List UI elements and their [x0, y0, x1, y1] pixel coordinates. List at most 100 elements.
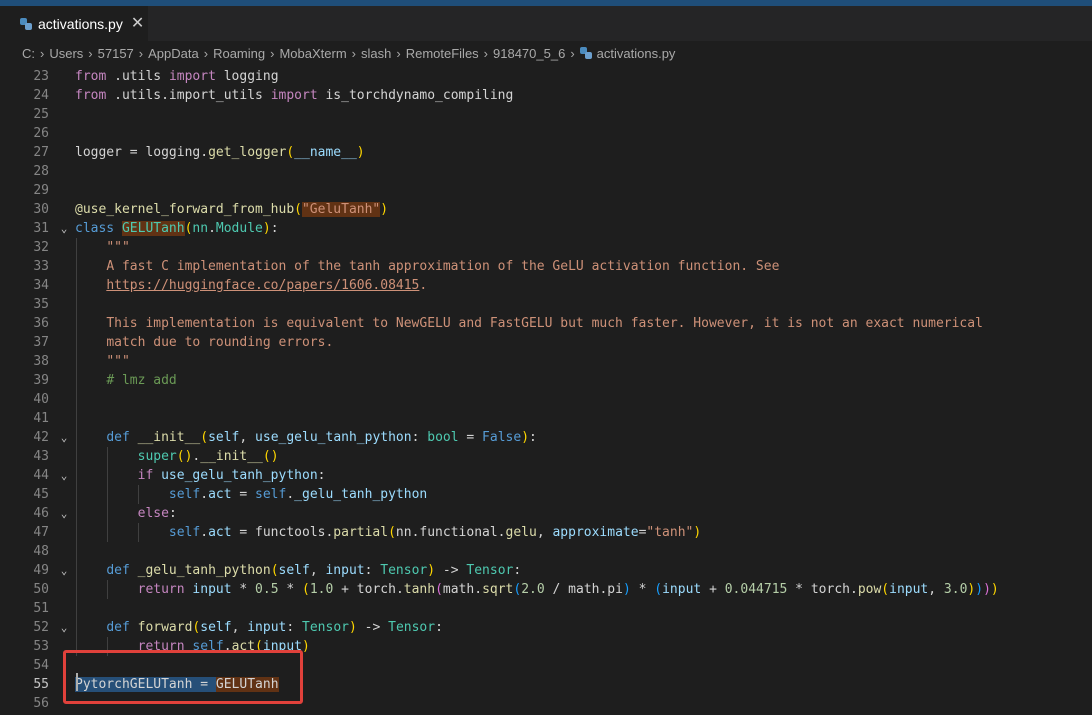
chevron-right-icon: › — [203, 45, 209, 61]
code-text: @use_kernel_forward_from_hub("GeluTanh") — [75, 202, 389, 217]
line-number: 50 — [33, 582, 49, 597]
breadcrumb-item[interactable]: slash — [361, 46, 391, 61]
code-line[interactable]: 38 """ — [0, 352, 1092, 371]
code-text: This implementation is equivalent to New… — [106, 316, 983, 331]
annotation-highlight-box — [63, 650, 303, 704]
fold-chevron-icon[interactable]: ⌄ — [57, 428, 71, 447]
breadcrumb-item[interactable]: C: — [22, 46, 35, 61]
line-number: 33 — [33, 259, 49, 274]
code-text: return input * 0.5 * (1.0 + torch.tanh(m… — [137, 582, 999, 597]
line-number: 23 — [33, 69, 49, 84]
fold-chevron-icon[interactable]: ⌄ — [57, 561, 71, 580]
code-editor[interactable]: 23 from .utils import logging 24 from .util… — [0, 64, 1092, 715]
breadcrumb-item[interactable]: RemoteFiles — [406, 46, 479, 61]
code-line[interactable]: 44 ⌄ if use_gelu_tanh_python: — [0, 466, 1092, 485]
code-line[interactable]: 34 https://huggingface.co/papers/1606.08… — [0, 276, 1092, 295]
close-icon[interactable]: ✕ — [131, 16, 144, 32]
code-line[interactable]: 40 — [0, 390, 1092, 409]
code-line[interactable]: 41 — [0, 409, 1092, 428]
chevron-right-icon: › — [483, 45, 489, 61]
line-number: 36 — [33, 316, 49, 331]
line-number: 34 — [33, 278, 49, 293]
code-text: if use_gelu_tanh_python: — [137, 468, 326, 483]
code-text: self.act = functools.partial(nn.function… — [168, 525, 702, 540]
code-line[interactable]: 45 self.act = self._gelu_tanh_python — [0, 485, 1092, 504]
code-line[interactable]: 31 ⌄ class GELUTanh(nn.Module): — [0, 219, 1092, 238]
line-number: 55 — [33, 677, 49, 692]
line-number: 38 — [33, 354, 49, 369]
code-line[interactable]: 47 self.act = functools.partial(nn.funct… — [0, 523, 1092, 542]
code-text: A fast C implementation of the tanh appr… — [106, 259, 780, 274]
code-line[interactable]: 23 from .utils import logging — [0, 67, 1092, 86]
fold-chevron-icon[interactable]: ⌄ — [57, 504, 71, 523]
code-line[interactable]: 43 super().__init__() — [0, 447, 1092, 466]
text-cursor — [76, 673, 78, 691]
line-number: 25 — [33, 107, 49, 122]
code-line[interactable]: 28 — [0, 162, 1092, 181]
line-number: 31 — [33, 221, 49, 236]
code-line[interactable]: 32 """ — [0, 238, 1092, 257]
code-line[interactable]: 25 — [0, 105, 1092, 124]
code-line[interactable]: 51 — [0, 599, 1092, 618]
chevron-right-icon: › — [270, 45, 275, 61]
code-line[interactable]: 36 This implementation is equivalent to … — [0, 314, 1092, 333]
code-text: https://huggingface.co/papers/1606.08415… — [106, 278, 428, 293]
line-number: 51 — [33, 601, 49, 616]
chevron-right-icon: › — [88, 45, 93, 61]
line-number: 27 — [33, 145, 49, 160]
code-line[interactable]: 33 A fast C implementation of the tanh a… — [0, 257, 1092, 276]
code-line[interactable]: 50 return input * 0.5 * (1.0 + torch.tan… — [0, 580, 1092, 599]
code-line[interactable]: 37 match due to rounding errors. — [0, 333, 1092, 352]
code-line[interactable]: 39 # lmz add — [0, 371, 1092, 390]
breadcrumb-item[interactable]: Users — [49, 46, 83, 61]
line-number: 44 — [33, 468, 49, 483]
code-line[interactable]: 24 from .utils.import_utils import is_tor… — [0, 86, 1092, 105]
code-text: super().__init__() — [137, 449, 279, 464]
line-number: 39 — [33, 373, 49, 388]
line-number: 52 — [33, 620, 49, 635]
code-text: """ — [106, 354, 130, 369]
breadcrumb: C: › Users › 57157 › AppData › Roaming › Moba… — [0, 41, 1092, 65]
code-text: else: — [137, 506, 177, 521]
fold-chevron-icon[interactable]: ⌄ — [57, 466, 71, 485]
line-number: 32 — [33, 240, 49, 255]
code-text: """ — [106, 240, 130, 255]
code-line[interactable]: 52 ⌄ def forward(self, input: Tensor) -> … — [0, 618, 1092, 637]
tab-activations-py[interactable]: activations.py ✕ — [0, 6, 148, 41]
line-number: 47 — [33, 525, 49, 540]
code-line[interactable]: 30 @use_kernel_forward_from_hub("GeluTanh… — [0, 200, 1092, 219]
breadcrumb-item[interactable]: 918470_5_6 — [493, 46, 565, 61]
fold-chevron-icon[interactable]: ⌄ — [57, 618, 71, 637]
line-number: 48 — [33, 544, 49, 559]
code-text: def forward(self, input: Tensor) -> Tens… — [106, 620, 443, 635]
code-line[interactable]: 29 — [0, 181, 1092, 200]
code-text: logger = logging.get_logger(__name__) — [75, 145, 365, 160]
line-number: 49 — [33, 563, 49, 578]
breadcrumb-item[interactable]: 57157 — [98, 46, 134, 61]
line-number: 56 — [33, 696, 49, 711]
breadcrumb-item[interactable]: activations.py — [597, 46, 676, 61]
code-line[interactable]: 35 — [0, 295, 1092, 314]
code-line[interactable]: 46 ⌄ else: — [0, 504, 1092, 523]
chevron-right-icon: › — [396, 45, 401, 61]
fold-chevron-icon[interactable]: ⌄ — [57, 219, 71, 238]
line-number: 43 — [33, 449, 49, 464]
line-number: 28 — [33, 164, 49, 179]
breadcrumb-item[interactable]: AppData — [148, 46, 199, 61]
breadcrumb-item[interactable]: MobaXterm — [279, 46, 346, 61]
code-line[interactable]: 26 — [0, 124, 1092, 143]
line-number: 30 — [33, 202, 49, 217]
breadcrumb-item[interactable]: Roaming — [213, 46, 265, 61]
tab-bar: activations.py ✕ — [0, 6, 1092, 41]
code-line[interactable]: 48 — [0, 542, 1092, 561]
code-line[interactable]: 42 ⌄ def __init__(self, use_gelu_tanh_pyt… — [0, 428, 1092, 447]
line-number: 41 — [33, 411, 49, 426]
code-text: self.act = self._gelu_tanh_python — [168, 487, 428, 502]
chevron-right-icon: › — [40, 45, 45, 61]
code-line[interactable]: 49 ⌄ def _gelu_tanh_python(self, input: T… — [0, 561, 1092, 580]
tab-label: activations.py — [38, 16, 123, 32]
code-text: from .utils import logging — [75, 69, 279, 84]
code-line[interactable]: 27 logger = logging.get_logger(__name__) — [0, 143, 1092, 162]
line-number: 54 — [33, 658, 49, 673]
code-text: class GELUTanh(nn.Module): — [75, 221, 279, 236]
